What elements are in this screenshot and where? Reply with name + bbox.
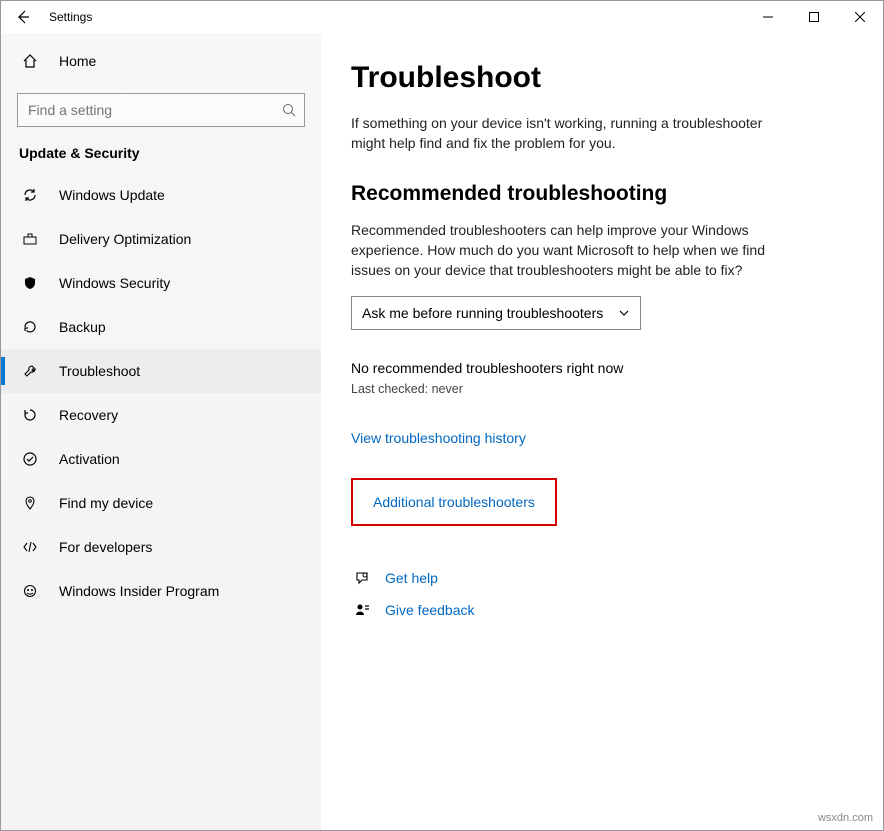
developers-icon xyxy=(19,539,41,555)
home-icon xyxy=(19,53,41,69)
location-icon xyxy=(19,495,41,511)
sidebar-item-for-developers[interactable]: For developers xyxy=(1,525,321,569)
sidebar-item-find-my-device[interactable]: Find my device xyxy=(1,481,321,525)
maximize-icon xyxy=(809,12,819,22)
sidebar-item-label: Recovery xyxy=(59,407,118,423)
wrench-icon xyxy=(19,363,41,379)
sidebar-item-insider-program[interactable]: Windows Insider Program xyxy=(1,569,321,613)
feedback-icon xyxy=(351,602,373,618)
sidebar-item-label: For developers xyxy=(59,539,152,555)
check-circle-icon xyxy=(19,451,41,467)
troubleshooter-mode-dropdown[interactable]: Ask me before running troubleshooters xyxy=(351,296,641,330)
get-help-link: Get help xyxy=(385,570,438,586)
sidebar-item-label: Troubleshoot xyxy=(59,363,140,379)
sidebar: Home Update & Security Windows Update xyxy=(1,33,321,830)
additional-troubleshooters-link[interactable]: Additional troubleshooters xyxy=(351,478,557,526)
delivery-icon xyxy=(19,231,41,247)
insider-icon xyxy=(19,583,41,599)
search-icon xyxy=(282,103,296,117)
help-icon xyxy=(351,570,373,586)
recovery-icon xyxy=(19,407,41,423)
sidebar-item-label: Find my device xyxy=(59,495,153,511)
close-icon xyxy=(855,12,865,22)
recommended-text: Recommended troubleshooters can help imp… xyxy=(351,220,791,281)
sidebar-item-delivery-optimization[interactable]: Delivery Optimization xyxy=(1,217,321,261)
sidebar-item-label: Backup xyxy=(59,319,106,335)
page-title: Troubleshoot xyxy=(351,61,843,95)
give-feedback-link: Give feedback xyxy=(385,602,475,618)
main-content: Troubleshoot If something on your device… xyxy=(321,33,883,830)
intro-text: If something on your device isn't workin… xyxy=(351,113,791,154)
sync-icon xyxy=(19,187,41,203)
maximize-button[interactable] xyxy=(791,1,837,33)
watermark: wsxdn.com xyxy=(818,812,873,824)
sidebar-item-label: Windows Security xyxy=(59,275,170,291)
search-box[interactable] xyxy=(17,93,305,127)
minimize-icon xyxy=(763,12,773,22)
give-feedback-row[interactable]: Give feedback xyxy=(351,602,843,618)
category-header: Update & Security xyxy=(1,141,321,173)
sidebar-item-windows-update[interactable]: Windows Update xyxy=(1,173,321,217)
backup-icon xyxy=(19,319,41,335)
home-nav[interactable]: Home xyxy=(1,39,321,83)
shield-icon xyxy=(19,275,41,291)
window-title: Settings xyxy=(49,10,92,24)
close-button[interactable] xyxy=(837,1,883,33)
sidebar-item-windows-security[interactable]: Windows Security xyxy=(1,261,321,305)
sidebar-item-activation[interactable]: Activation xyxy=(1,437,321,481)
sidebar-item-label: Activation xyxy=(59,451,120,467)
recommended-heading: Recommended troubleshooting xyxy=(351,182,843,206)
sidebar-item-recovery[interactable]: Recovery xyxy=(1,393,321,437)
sidebar-item-label: Windows Update xyxy=(59,187,165,203)
sidebar-item-label: Windows Insider Program xyxy=(59,583,219,599)
sidebar-item-backup[interactable]: Backup xyxy=(1,305,321,349)
no-recommended-text: No recommended troubleshooters right now xyxy=(351,360,843,376)
dropdown-value: Ask me before running troubleshooters xyxy=(362,305,603,321)
last-checked-text: Last checked: never xyxy=(351,382,843,396)
get-help-row[interactable]: Get help xyxy=(351,570,843,586)
back-arrow-icon xyxy=(15,9,31,25)
minimize-button[interactable] xyxy=(745,1,791,33)
titlebar: Settings xyxy=(1,1,883,33)
sidebar-item-label: Delivery Optimization xyxy=(59,231,191,247)
search-input[interactable] xyxy=(26,101,282,119)
home-label: Home xyxy=(59,53,96,69)
chevron-down-icon xyxy=(618,307,630,319)
sidebar-item-troubleshoot[interactable]: Troubleshoot xyxy=(1,349,321,393)
history-link[interactable]: View troubleshooting history xyxy=(351,430,526,446)
back-button[interactable] xyxy=(1,1,45,33)
settings-window: Settings Home xyxy=(0,0,884,831)
